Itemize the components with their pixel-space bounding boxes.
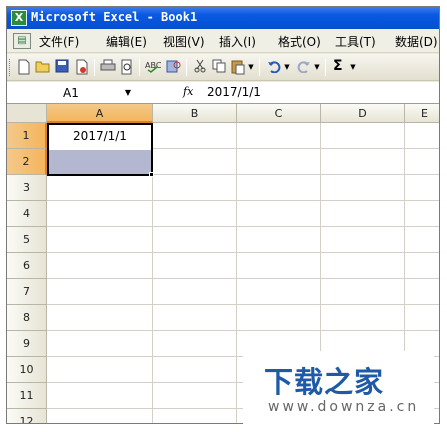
autosum-icon[interactable]: Σ xyxy=(333,58,343,74)
row-header-11[interactable]: 11 xyxy=(7,383,47,409)
permission-icon[interactable] xyxy=(73,59,90,76)
menu-insert[interactable]: 插入(I) xyxy=(219,33,256,50)
standard-toolbar: ABC ▼ ▼ ▼ Σ ▼ xyxy=(7,54,439,81)
name-box-value[interactable]: A1 xyxy=(63,86,79,100)
print-icon[interactable] xyxy=(99,59,116,76)
gridline xyxy=(47,330,439,331)
watermark-logo: 下载之家 xyxy=(264,365,385,399)
watermark-url: www.downza.cn xyxy=(268,399,420,415)
workbook-icon[interactable]: ▤ xyxy=(13,33,31,49)
gridline xyxy=(47,252,439,253)
row-header-1[interactable]: 1 xyxy=(7,123,47,149)
column-header-a[interactable]: A xyxy=(47,104,153,123)
excel-app-icon[interactable]: X xyxy=(11,10,27,26)
row-header-2[interactable]: 2 xyxy=(7,149,47,175)
open-icon[interactable] xyxy=(34,59,51,76)
name-box[interactable]: A1 ▼ xyxy=(9,84,135,102)
toolbar-separator xyxy=(325,59,326,76)
row-header-10[interactable]: 10 xyxy=(7,357,47,383)
undo-icon[interactable] xyxy=(265,59,282,76)
select-all-corner[interactable] xyxy=(7,104,47,123)
paste-dropdown-icon[interactable]: ▼ xyxy=(247,59,255,76)
insert-function-icon[interactable]: fx xyxy=(183,85,193,98)
row-header-9[interactable]: 9 xyxy=(7,331,47,357)
row-header-4[interactable]: 4 xyxy=(7,201,47,227)
gridline xyxy=(47,304,439,305)
name-box-dropdown-icon[interactable]: ▼ xyxy=(125,84,131,102)
spelling-icon[interactable]: ABC xyxy=(144,59,161,76)
row-header-6[interactable]: 6 xyxy=(7,253,47,279)
toolbar-separator xyxy=(139,59,140,76)
toolbar-grip[interactable] xyxy=(9,59,12,76)
autosum-dropdown-icon[interactable]: ▼ xyxy=(349,59,357,76)
selection-border xyxy=(47,123,153,176)
new-icon[interactable] xyxy=(15,59,32,76)
undo-dropdown-icon[interactable]: ▼ xyxy=(283,59,291,76)
formula-input[interactable]: 2017/1/1 xyxy=(207,85,261,99)
save-icon[interactable] xyxy=(53,59,70,76)
column-header-b[interactable]: B xyxy=(153,104,237,123)
redo-icon[interactable] xyxy=(295,59,312,76)
row-header-8[interactable]: 8 xyxy=(7,305,47,331)
menu-file[interactable]: 文件(F) xyxy=(39,33,79,50)
row-header-5[interactable]: 5 xyxy=(7,227,47,253)
paste-icon[interactable] xyxy=(229,59,246,76)
menu-bar: ▤ 文件(F) 编辑(E) 视图(V) 插入(I) 格式(O) 工具(T) 数据… xyxy=(7,29,439,53)
menu-data[interactable]: 数据(D) xyxy=(395,33,438,50)
copy-icon[interactable] xyxy=(210,59,227,76)
window-title: Microsoft Excel - Book1 xyxy=(31,10,198,24)
column-header-d[interactable]: D xyxy=(321,104,405,123)
gridline xyxy=(47,278,439,279)
cut-icon[interactable] xyxy=(191,59,208,76)
menu-format[interactable]: 格式(O) xyxy=(278,33,321,50)
toolbar-separator xyxy=(94,59,95,76)
research-icon[interactable] xyxy=(165,59,182,76)
title-bar[interactable]: X Microsoft Excel - Book1 xyxy=(7,7,439,29)
gridline xyxy=(47,226,439,227)
column-header-e[interactable]: E xyxy=(405,104,439,123)
toolbar-separator xyxy=(186,59,187,76)
menu-tools[interactable]: 工具(T) xyxy=(335,33,376,50)
watermark: 下载之家 www.downza.cn xyxy=(243,351,434,424)
row-header-3[interactable]: 3 xyxy=(7,175,47,201)
column-header-c[interactable]: C xyxy=(237,104,321,123)
menu-view[interactable]: 视图(V) xyxy=(163,33,205,50)
fill-handle[interactable] xyxy=(149,172,154,177)
gridline xyxy=(236,123,237,423)
svg-text:ABC: ABC xyxy=(145,61,161,70)
row-header-7[interactable]: 7 xyxy=(7,279,47,305)
redo-dropdown-icon[interactable]: ▼ xyxy=(313,59,321,76)
formula-bar: A1 ▼ fx 2017/1/1 xyxy=(7,82,439,104)
menu-edit[interactable]: 编辑(E) xyxy=(106,33,147,50)
gridline xyxy=(47,200,439,201)
row-header-12[interactable]: 12 xyxy=(7,409,47,423)
toolbar-separator xyxy=(259,59,260,76)
print-preview-icon[interactable] xyxy=(118,59,135,76)
